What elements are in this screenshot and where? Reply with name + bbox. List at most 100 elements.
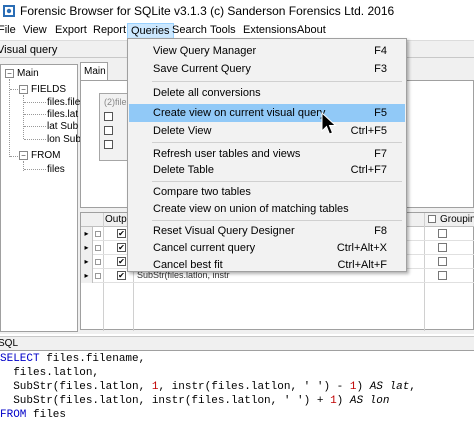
menu-item-label: Delete View bbox=[153, 125, 212, 137]
menu-item-label: Delete Table bbox=[153, 164, 214, 176]
col-grouping-header[interactable]: Grouping bbox=[440, 214, 474, 225]
sql-text: files.filename, bbox=[39, 353, 146, 365]
title-bar: Forensic Browser for SQLite v3.1.3 (c) S… bbox=[0, 0, 474, 22]
menu-about[interactable]: About bbox=[297, 24, 326, 36]
tree-field-item[interactable]: lat Sub bbox=[47, 121, 78, 132]
menu-item-label: Refresh user tables and views bbox=[153, 148, 301, 160]
field-checkbox[interactable] bbox=[104, 126, 113, 135]
output-checkbox[interactable]: ✔ bbox=[117, 257, 126, 266]
menu-tools[interactable]: Tools bbox=[210, 24, 236, 36]
menu-report[interactable]: Report bbox=[93, 24, 126, 36]
menu-separator bbox=[152, 142, 402, 143]
menu-item-cancel-best-fit[interactable]: Cancel best fit Ctrl+Alt+F bbox=[129, 256, 405, 274]
collapse-icon[interactable]: − bbox=[5, 69, 14, 78]
menu-item-label: View Query Manager bbox=[153, 45, 257, 57]
grouping-checkbox[interactable] bbox=[438, 257, 447, 266]
sql-text: files bbox=[26, 409, 67, 421]
row-selector[interactable]: ▸ bbox=[81, 227, 93, 241]
menu-item-label: Delete all conversions bbox=[153, 87, 261, 99]
menu-item-compare-tables[interactable]: Compare two tables bbox=[129, 183, 405, 201]
sql-text: SubStr(files.latlon, instr(files.latlon,… bbox=[0, 395, 331, 407]
row-selector[interactable]: ▸ bbox=[81, 241, 93, 255]
tree-line bbox=[24, 126, 46, 127]
collapse-icon[interactable]: − bbox=[19, 151, 28, 160]
sql-line: SubStr(files.latlon, 1, instr(files.latl… bbox=[0, 381, 416, 393]
tree-node-main[interactable]: Main bbox=[17, 68, 39, 79]
menu-item-delete-view[interactable]: Delete View Ctrl+F5 bbox=[129, 122, 405, 140]
query-tree[interactable]: − Main − FIELDS files.file files.lat lat… bbox=[0, 64, 81, 332]
sql-text: , instr(files.latlon, ' ') - bbox=[158, 381, 350, 393]
menu-separator bbox=[152, 81, 402, 82]
menu-separator bbox=[152, 220, 402, 221]
grouping-checkbox[interactable] bbox=[438, 229, 447, 238]
menu-item-shortcut: F3 bbox=[374, 63, 387, 75]
tree-field-item[interactable]: files.lat bbox=[47, 109, 78, 120]
sql-label: SQL bbox=[0, 338, 19, 349]
row-icon bbox=[95, 273, 101, 279]
grouping-checkbox-header bbox=[428, 214, 436, 225]
menu-item-shortcut: F7 bbox=[374, 148, 387, 160]
sql-text: ) bbox=[336, 395, 350, 407]
menu-separator bbox=[152, 181, 402, 182]
tree-line bbox=[24, 114, 46, 115]
output-checkbox[interactable]: ✔ bbox=[117, 243, 126, 252]
field-checkbox[interactable] bbox=[104, 140, 113, 149]
tab-main[interactable]: Main bbox=[80, 62, 108, 80]
sql-keyword: SELECT bbox=[0, 353, 40, 365]
field-checkbox[interactable] bbox=[104, 112, 113, 121]
menu-view[interactable]: View bbox=[23, 24, 47, 36]
menu-item-shortcut: F4 bbox=[374, 45, 387, 57]
menu-item-shortcut: Ctrl+Alt+F bbox=[337, 259, 387, 271]
menu-item-label: Reset Visual Query Designer bbox=[153, 225, 295, 237]
row-selector[interactable]: ▸ bbox=[81, 269, 93, 283]
sql-line: SubStr(files.latlon, instr(files.latlon,… bbox=[0, 395, 389, 407]
menu-extensions[interactable]: Extensions bbox=[243, 24, 297, 36]
collapse-icon[interactable]: − bbox=[19, 85, 28, 94]
sql-text: , bbox=[409, 381, 416, 393]
tree-from-item[interactable]: files bbox=[47, 164, 65, 175]
output-checkbox[interactable]: ✔ bbox=[117, 271, 126, 280]
sql-text: files.latlon, bbox=[0, 367, 100, 379]
menu-file[interactable]: File bbox=[0, 24, 16, 36]
menu-item-delete-table[interactable]: Delete Table Ctrl+F7 bbox=[129, 161, 405, 179]
menu-item-reset-designer[interactable]: Reset Visual Query Designer F8 bbox=[129, 222, 405, 240]
menu-item-create-union-view[interactable]: Create view on union of matching tables bbox=[129, 200, 405, 218]
tree-line bbox=[9, 79, 10, 157]
app-icon bbox=[3, 5, 15, 17]
sql-text: ) bbox=[356, 381, 370, 393]
tree-line bbox=[24, 139, 46, 140]
row-icon bbox=[95, 231, 101, 237]
table-box-header: (2)file bbox=[104, 97, 127, 107]
sql-line: FROM files bbox=[0, 409, 66, 421]
grouping-checkbox[interactable] bbox=[438, 271, 447, 280]
tree-node-fields[interactable]: FIELDS bbox=[31, 84, 66, 95]
menu-item-shortcut: F8 bbox=[374, 225, 387, 237]
menu-item-save-current-query[interactable]: Save Current Query F3 bbox=[129, 60, 405, 78]
menu-item-shortcut: F5 bbox=[374, 107, 387, 119]
menu-item-create-view[interactable]: Create view on current visual query F5 bbox=[129, 104, 405, 122]
tree-node-from[interactable]: FROM bbox=[31, 150, 60, 161]
menu-item-label: Cancel current query bbox=[153, 242, 256, 254]
menu-item-shortcut: Ctrl+Alt+X bbox=[336, 242, 387, 254]
menu-item-label: Cancel best fit bbox=[153, 259, 223, 271]
menu-export[interactable]: Export bbox=[55, 24, 87, 36]
row-selector[interactable]: ▸ bbox=[81, 255, 93, 269]
menu-item-label: Compare two tables bbox=[153, 186, 251, 198]
menu-item-shortcut: Ctrl+F5 bbox=[350, 125, 387, 137]
sql-number: 1 bbox=[330, 395, 337, 407]
sql-editor[interactable]: SELECT files.filename, files.latlon, Sub… bbox=[0, 350, 474, 432]
menu-item-view-query-manager[interactable]: View Query Manager F4 bbox=[129, 42, 405, 60]
sql-keyword: FROM bbox=[0, 409, 27, 421]
menu-item-delete-all-conversions[interactable]: Delete all conversions bbox=[129, 84, 405, 102]
sql-line: SELECT files.filename, bbox=[0, 353, 145, 365]
queries-menu: View Query Manager F4 Save Current Query… bbox=[127, 38, 407, 272]
sql-bar: SQL bbox=[0, 336, 474, 350]
tree-field-item[interactable]: lon Sub bbox=[47, 134, 81, 145]
tree-field-item[interactable]: files.file bbox=[47, 97, 80, 108]
output-checkbox[interactable]: ✔ bbox=[117, 229, 126, 238]
menu-search[interactable]: Search bbox=[172, 24, 207, 36]
menu-item-cancel-query[interactable]: Cancel current query Ctrl+Alt+X bbox=[129, 239, 405, 257]
grouping-checkbox[interactable] bbox=[438, 243, 447, 252]
sql-alias: AS lon bbox=[349, 395, 390, 407]
visual-query-label: Visual query bbox=[0, 44, 58, 56]
